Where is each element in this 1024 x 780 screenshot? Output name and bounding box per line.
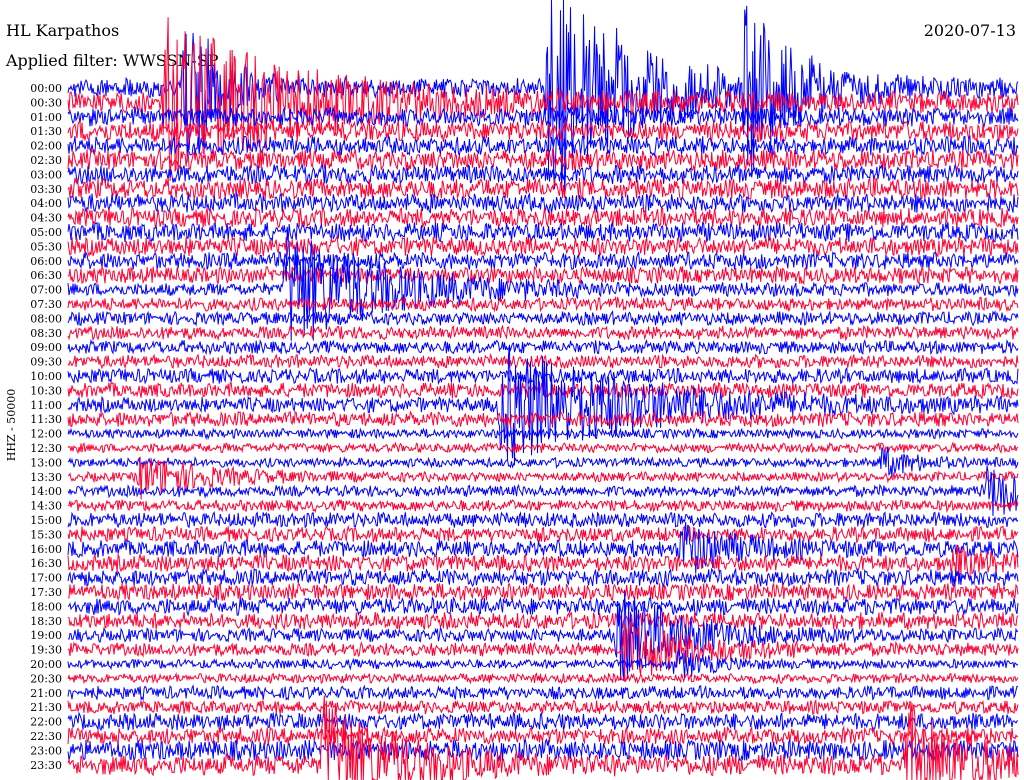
- hour-tick-0500: 05:00: [30, 226, 62, 239]
- hour-tick-1900: 19:00: [30, 629, 62, 642]
- hour-tick-0430: 04:30: [30, 212, 62, 225]
- hour-tick-1600: 16:00: [30, 543, 62, 556]
- hour-tick-2100: 21:00: [30, 687, 62, 700]
- hour-tick-1030: 10:30: [30, 384, 62, 397]
- hour-tick-2300: 23:00: [30, 744, 62, 757]
- hour-tick-1400: 14:00: [30, 485, 62, 498]
- hour-tick-0330: 03:30: [30, 183, 62, 196]
- trace-0600: [67, 251, 1019, 270]
- hour-tick-1200: 12:00: [30, 428, 62, 441]
- hour-tick-0830: 08:30: [30, 327, 62, 340]
- trace-1800: [67, 596, 1019, 617]
- helicorder-chart: HL Karpathos 2020-07-13 Applied filter: …: [5, 0, 1019, 780]
- trace-1930: [67, 620, 1019, 682]
- hour-tick-2200: 22:00: [30, 716, 62, 729]
- hour-tick-0730: 07:30: [30, 298, 62, 311]
- trace-1830: [67, 610, 1019, 631]
- hour-tick-1730: 17:30: [30, 586, 62, 599]
- hour-tick-0300: 03:00: [30, 168, 62, 181]
- trace-1430: [67, 498, 1019, 513]
- hour-tick-0130: 01:30: [30, 125, 62, 138]
- hour-tick-labels: 00:0000:30 01:0001:30 02:0002:3003:00 03:30…: [30, 82, 62, 772]
- hour-tick-0930: 09:30: [30, 356, 62, 369]
- hour-tick-0900: 09:00: [30, 341, 62, 354]
- hour-tick-1100: 11:00: [30, 399, 62, 412]
- hour-tick-2000: 20:00: [30, 658, 62, 671]
- hour-tick-1000: 10:00: [30, 370, 62, 383]
- hour-tick-0700: 07:00: [30, 284, 62, 297]
- trace-2130: [67, 698, 1019, 716]
- trace-0800: [67, 310, 1019, 327]
- hour-tick-0100: 01:00: [30, 111, 62, 124]
- hour-tick-0630: 06:30: [30, 269, 62, 282]
- hour-tick-2330: 23:30: [30, 759, 62, 772]
- hour-tick-1530: 15:30: [30, 528, 62, 541]
- hour-tick-0530: 05:30: [30, 240, 62, 253]
- hour-tick-0030: 00:30: [30, 96, 62, 109]
- hour-tick-0200: 02:00: [30, 140, 62, 153]
- hour-tick-0600: 06:00: [30, 255, 62, 268]
- station-title: HL Karpathos: [6, 21, 119, 40]
- hour-tick-1230: 12:30: [30, 442, 62, 455]
- trace-2030: [67, 671, 1019, 685]
- trace-2300: [67, 738, 1019, 763]
- hour-tick-0230: 02:30: [30, 154, 62, 167]
- hour-tick-1430: 14:30: [30, 500, 62, 513]
- hour-tick-1630: 16:30: [30, 557, 62, 570]
- y-axis-label: HHZ - 50000: [5, 389, 18, 462]
- trace-1700: [67, 567, 1019, 588]
- hour-tick-1930: 19:30: [30, 644, 62, 657]
- trace-1530: [67, 524, 1019, 544]
- trace-0730: [67, 295, 1019, 313]
- trace-0200: [67, 134, 1019, 158]
- hour-tick-1800: 18:00: [30, 600, 62, 613]
- trace-1200: [67, 427, 1019, 441]
- hour-tick-1500: 15:00: [30, 514, 62, 527]
- hour-tick-0000: 00:00: [30, 82, 62, 95]
- trace-0900: [67, 338, 1019, 356]
- trace-1130: [67, 409, 1019, 429]
- hour-tick-1300: 13:00: [30, 456, 62, 469]
- hour-tick-2230: 22:30: [30, 730, 62, 743]
- date-label: 2020-07-13: [924, 21, 1016, 40]
- trace-0230: [67, 147, 1019, 173]
- hour-tick-1700: 17:00: [30, 572, 62, 585]
- trace-0630: [67, 264, 1019, 286]
- seismic-traces: [67, 0, 1019, 780]
- hour-tick-1830: 18:30: [30, 615, 62, 628]
- hour-tick-2030: 20:30: [30, 672, 62, 685]
- trace-2200: [67, 711, 1019, 732]
- trace-1230: [67, 441, 1019, 455]
- trace-0830: [67, 324, 1019, 342]
- hour-tick-1130: 11:30: [30, 413, 62, 426]
- trace-0430: [67, 206, 1019, 229]
- hour-tick-0400: 04:00: [30, 197, 62, 210]
- trace-1500: [67, 511, 1019, 529]
- hour-tick-1330: 13:30: [30, 471, 62, 484]
- trace-1300: [67, 447, 1019, 478]
- hour-tick-0800: 08:00: [30, 312, 62, 325]
- hour-tick-2130: 21:30: [30, 701, 62, 714]
- trace-2100: [67, 684, 1019, 702]
